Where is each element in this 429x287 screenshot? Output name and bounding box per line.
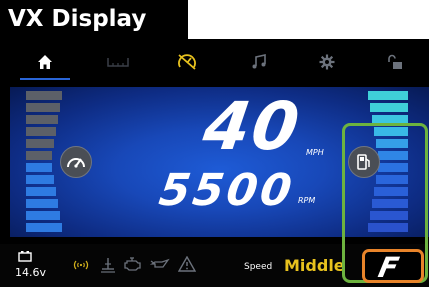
speed-mode-label: Speed — [244, 262, 273, 272]
top-nav — [0, 39, 429, 83]
engine-icon — [124, 257, 141, 271]
battery-voltage: 14.6v — [15, 266, 47, 279]
tab-settings[interactable] — [312, 50, 342, 74]
oil-icon — [150, 258, 170, 268]
tab-home[interactable] — [30, 50, 60, 74]
home-icon — [38, 55, 52, 69]
tab-speed-control[interactable] — [172, 50, 202, 74]
rpm-unit: RPM — [298, 196, 316, 205]
rpm-value: 5500 — [156, 165, 298, 216]
trim-icon — [101, 258, 115, 273]
speedometer-off-icon — [178, 54, 196, 70]
tab-music[interactable] — [244, 50, 274, 74]
tab-keyboard[interactable] — [103, 50, 133, 74]
tab-lock[interactable] — [380, 50, 410, 74]
speed-mode-value[interactable]: Middle — [284, 256, 345, 275]
speed-unit: MPH — [306, 148, 324, 157]
wireless-signal-icon — [73, 260, 89, 270]
drive-mode-button[interactable]: F — [362, 249, 424, 284]
music-note-icon — [252, 54, 266, 69]
app-title: VX Display — [0, 0, 188, 39]
gear-icon — [319, 54, 335, 70]
drive-mode-letter: F — [375, 251, 402, 284]
tachometer-button[interactable] — [60, 146, 92, 178]
active-tab-indicator — [20, 78, 70, 80]
tachometer-icon — [67, 158, 85, 168]
battery-icon — [18, 251, 32, 262]
unlock-icon — [388, 54, 402, 69]
keyboard-icon — [107, 58, 129, 67]
warning-triangle-icon — [178, 256, 196, 272]
speed-value: 40 — [198, 88, 306, 165]
